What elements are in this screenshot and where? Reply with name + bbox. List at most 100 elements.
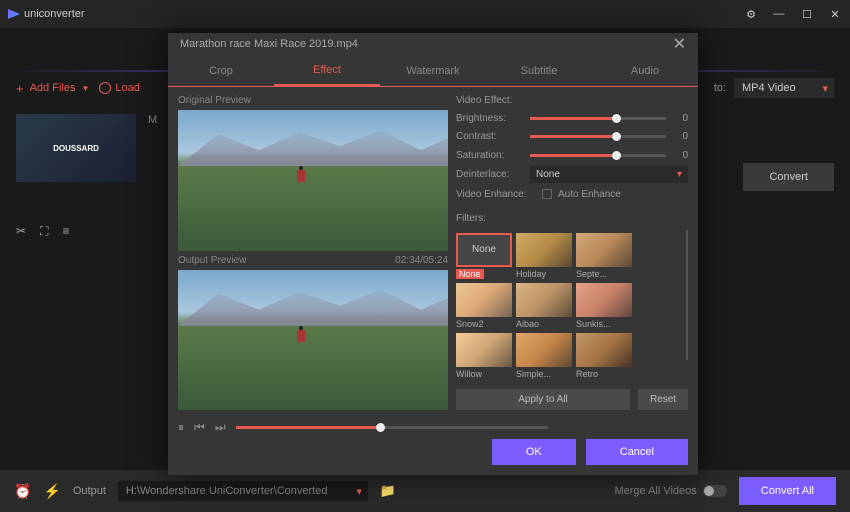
close-button[interactable]: ✕ — [828, 8, 842, 21]
auto-enhance-checkbox[interactable] — [542, 189, 552, 199]
load-label: Load — [115, 82, 139, 94]
modal-header: Marathon race Maxi Race 2019.mp4 ✕ — [168, 33, 698, 55]
window-controls: ⚙ — ☐ ✕ — [744, 8, 842, 21]
contrast-label: Contrast: — [456, 131, 524, 142]
original-preview — [178, 110, 448, 251]
filters-scrollbar[interactable] — [686, 230, 688, 360]
titlebar: uniconverter ⚙ — ☐ ✕ — [0, 0, 850, 28]
modal-footer: OK Cancel — [168, 439, 698, 475]
filter-label: Septe... — [576, 269, 632, 279]
filter-label: Aibao — [516, 319, 572, 329]
filter-label: Retro — [576, 369, 632, 379]
filter-label: Snow2 — [456, 319, 512, 329]
deinterlace-label: Deinterlace: — [456, 169, 524, 180]
playback-slider[interactable] — [236, 426, 548, 429]
tab-effect[interactable]: Effect — [274, 55, 380, 86]
minimize-button[interactable]: — — [772, 8, 786, 21]
tab-watermark[interactable]: Watermark — [380, 55, 486, 86]
timecode: 02:34/05:24 — [395, 255, 448, 266]
deinterlace-select[interactable]: None — [530, 166, 688, 183]
tab-audio[interactable]: Audio — [592, 55, 698, 86]
enhance-label: Video Enhance: — [456, 189, 536, 200]
output-format-select[interactable]: MP4 Video — [734, 78, 834, 98]
filter-thumb — [516, 233, 572, 267]
open-folder-icon[interactable]: 📁 — [380, 483, 396, 499]
app-name: uniconverter — [24, 8, 85, 20]
filter-thumb — [576, 233, 632, 267]
load-dvd-button[interactable]: Load — [99, 82, 139, 94]
merge-toggle[interactable] — [703, 485, 727, 497]
original-preview-label: Original Preview — [178, 95, 251, 106]
filter-retro[interactable]: Retro — [576, 333, 632, 379]
crop-icon[interactable]: ⛶ — [40, 224, 48, 239]
filter-holiday[interactable]: Holiday — [516, 233, 572, 279]
trim-icon[interactable]: ✂ — [16, 224, 26, 239]
modal-body: Original Preview Output Preview 02:34/05… — [168, 87, 698, 416]
deinterlace-value: None — [536, 169, 560, 180]
brightness-value: 0 — [676, 113, 688, 124]
modal-filename: Marathon race Maxi Race 2019.mp4 — [180, 38, 358, 50]
prev-frame-icon[interactable]: ⏮ — [194, 420, 205, 435]
tab-subtitle[interactable]: Subtitle — [486, 55, 592, 86]
filter-thumb — [516, 283, 572, 317]
tab-crop[interactable]: Crop — [168, 55, 274, 86]
chevron-down-icon[interactable]: ▼ — [81, 84, 89, 93]
convert-all-button[interactable]: Convert All — [739, 477, 836, 505]
filter-thumb — [576, 333, 632, 367]
maximize-button[interactable]: ☐ — [800, 8, 814, 21]
filter-september[interactable]: Septe... — [576, 233, 632, 279]
filter-aibao[interactable]: Aibao — [516, 283, 572, 329]
output-path-select[interactable]: H:\Wondershare UniConverter\Converted — [118, 481, 368, 501]
app-logo: uniconverter — [8, 8, 85, 20]
convert-to-label: to: — [714, 82, 726, 94]
saturation-slider[interactable] — [530, 154, 666, 157]
filter-snow2[interactable]: Snow2 — [456, 283, 512, 329]
filter-thumb — [456, 283, 512, 317]
settings-icon[interactable]: ⚙ — [744, 8, 758, 21]
ok-button[interactable]: OK — [492, 439, 576, 465]
logo-icon — [8, 9, 20, 19]
effect-editor-modal: Marathon race Maxi Race 2019.mp4 ✕ Crop … — [168, 33, 698, 475]
play-pause-icon[interactable]: ⏸ — [178, 420, 184, 435]
filter-thumb — [576, 283, 632, 317]
filter-none[interactable]: None None — [456, 233, 512, 279]
effect-controls: Video Effect: Brightness: 0 Contrast: 0 … — [456, 93, 688, 410]
effect-icon[interactable]: ≡ — [62, 224, 69, 239]
cancel-button[interactable]: Cancel — [586, 439, 688, 465]
output-preview — [178, 270, 448, 411]
next-frame-icon[interactable]: ⏭ — [215, 420, 226, 435]
disc-icon — [99, 82, 111, 94]
close-icon[interactable]: ✕ — [673, 34, 686, 54]
output-label: Output — [73, 485, 106, 497]
filter-sunkiss[interactable]: Sunkis... — [576, 283, 632, 329]
convert-button[interactable]: Convert — [743, 163, 834, 191]
merge-label: Merge All Videos — [614, 485, 696, 497]
auto-enhance-label: Auto Enhance — [558, 189, 621, 200]
reset-button[interactable]: Reset — [638, 389, 688, 410]
apply-all-button[interactable]: Apply to All — [456, 389, 630, 410]
filter-simple[interactable]: Simple... — [516, 333, 572, 379]
filter-thumb — [516, 333, 572, 367]
preview-column: Original Preview Output Preview 02:34/05… — [178, 93, 448, 410]
gpu-icon[interactable]: ⚡ — [43, 483, 60, 500]
add-files-button[interactable]: + Add Files ▼ — [16, 81, 89, 96]
output-path-value: H:\Wondershare UniConverter\Converted — [126, 485, 328, 497]
schedule-icon[interactable]: ⏰ — [14, 483, 31, 500]
video-thumbnail[interactable] — [16, 114, 136, 182]
contrast-value: 0 — [676, 131, 688, 142]
saturation-label: Saturation: — [456, 150, 524, 161]
filters-grid: None None Holiday Septe... Snow2 — [456, 233, 684, 379]
modal-tabs: Crop Effect Watermark Subtitle Audio — [168, 55, 698, 87]
filters-heading: Filters: — [456, 213, 486, 224]
format-value: MP4 Video — [742, 82, 796, 94]
contrast-slider[interactable] — [530, 135, 666, 138]
brightness-slider[interactable] — [530, 117, 666, 120]
filter-label: Simple... — [516, 369, 572, 379]
filter-label: None — [456, 269, 484, 279]
filter-label: Sunkis... — [576, 319, 632, 329]
video-effect-heading: Video Effect: — [456, 95, 512, 106]
filter-willow[interactable]: Willow — [456, 333, 512, 379]
saturation-value: 0 — [676, 150, 688, 161]
brightness-label: Brightness: — [456, 113, 524, 124]
filter-thumb — [456, 333, 512, 367]
